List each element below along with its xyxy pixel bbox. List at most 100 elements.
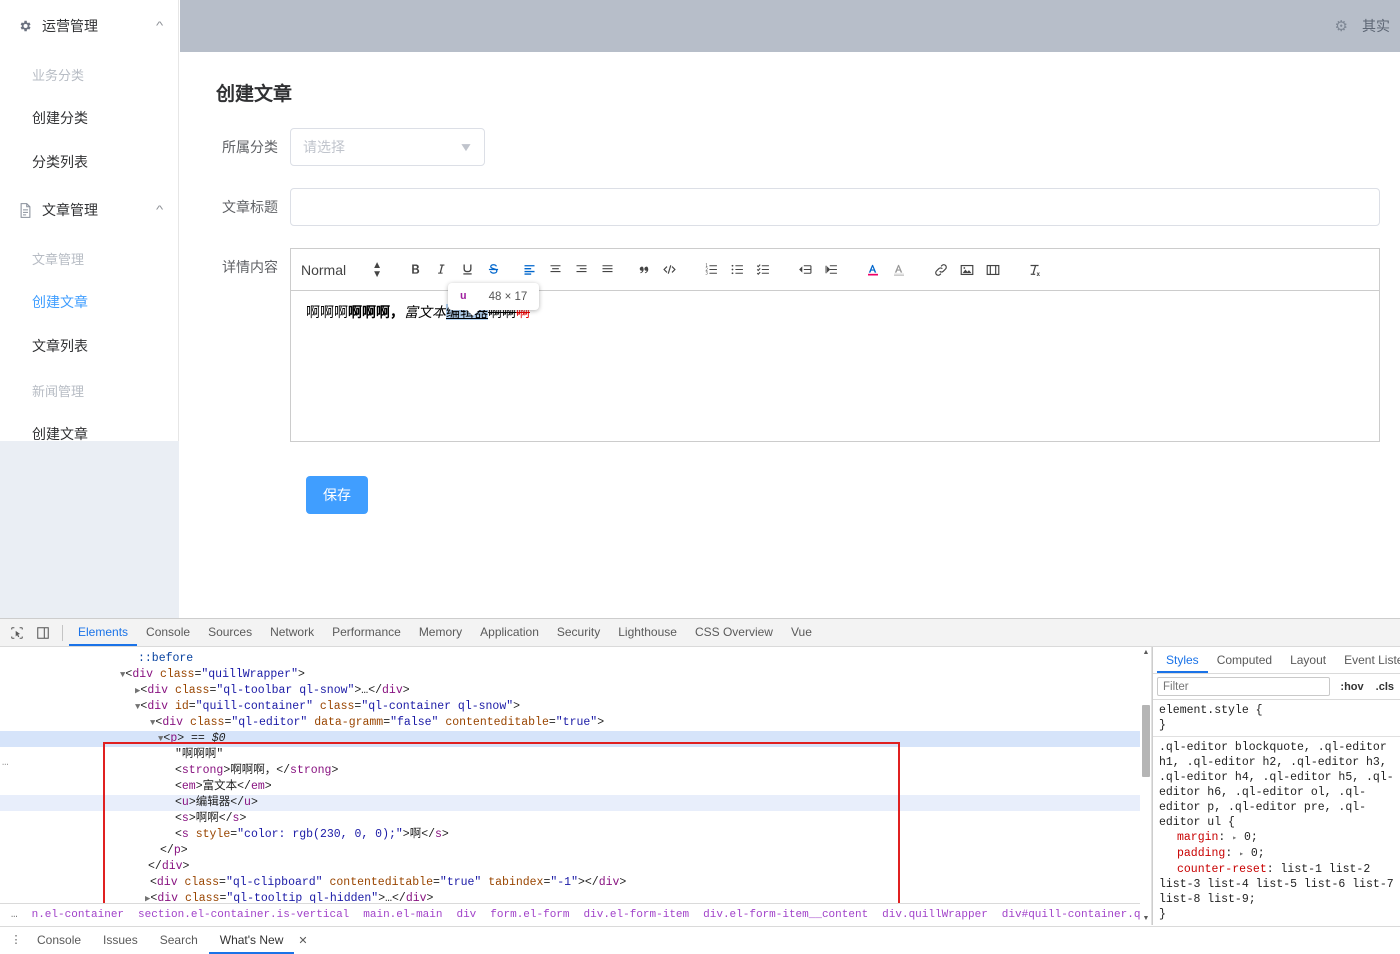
dom-node-line[interactable]: </div> bbox=[0, 859, 1140, 875]
scrollbar-thumb[interactable] bbox=[1142, 705, 1150, 777]
cls-toggle-button[interactable]: .cls bbox=[1374, 681, 1396, 693]
styles-filter-input[interactable] bbox=[1157, 677, 1331, 696]
kebab-menu-icon[interactable]: ⋮ bbox=[6, 935, 26, 946]
outdent-icon[interactable] bbox=[792, 258, 818, 282]
image-icon[interactable] bbox=[954, 258, 980, 282]
sidebar-item-create-news-article[interactable]: 创建文章 bbox=[0, 412, 178, 441]
dom-node-line[interactable]: ▼<p> == $0 bbox=[0, 731, 1140, 747]
check-list-icon[interactable] bbox=[750, 258, 776, 282]
text-color-icon[interactable] bbox=[860, 258, 886, 282]
breadcrumb-item[interactable]: … bbox=[4, 907, 25, 923]
strikethrough-icon[interactable] bbox=[480, 258, 506, 282]
align-justify-icon[interactable] bbox=[594, 258, 620, 282]
drawer-tab-search[interactable]: Search bbox=[149, 927, 209, 954]
devtools-tab-vue[interactable]: Vue bbox=[782, 619, 821, 646]
clear-format-icon[interactable]: x bbox=[1022, 258, 1048, 282]
link-icon[interactable] bbox=[928, 258, 954, 282]
scroll-up-arrow-icon[interactable]: ▲ bbox=[1140, 647, 1152, 659]
devtools-tab-console[interactable]: Console bbox=[137, 619, 199, 646]
close-icon[interactable]: ✕ bbox=[298, 934, 307, 947]
breadcrumb-item[interactable]: section.el-container.is-vertical bbox=[131, 907, 356, 923]
css-value[interactable]: : ▸ 0; bbox=[1218, 831, 1257, 844]
hov-toggle-button[interactable]: :hov bbox=[1338, 681, 1365, 693]
breadcrumb-item[interactable]: main.el-main bbox=[356, 907, 449, 923]
breadcrumb-item[interactable]: form.el-form bbox=[483, 907, 576, 923]
breadcrumb-item[interactable]: div.el-form-item__content bbox=[696, 907, 875, 923]
dom-node-line[interactable]: </p> bbox=[0, 843, 1140, 859]
video-icon[interactable] bbox=[980, 258, 1006, 282]
breadcrumb-item[interactable]: div.quillWrapper bbox=[875, 907, 995, 923]
bullet-list-icon[interactable] bbox=[724, 258, 750, 282]
ordered-list-icon[interactable]: 123 bbox=[698, 258, 724, 282]
code-block-icon[interactable] bbox=[656, 258, 682, 282]
dom-node-line[interactable]: <strong>啊啊啊，</strong> bbox=[0, 763, 1140, 779]
dom-node-line[interactable]: <em>富文本</em> bbox=[0, 779, 1140, 795]
dom-node-line[interactable]: ▼<div class="quillWrapper"> bbox=[0, 667, 1140, 683]
dom-node-line[interactable]: ::before bbox=[0, 651, 1140, 667]
devtools-tab-css-overview[interactable]: CSS Overview bbox=[686, 619, 782, 646]
bold-icon[interactable] bbox=[402, 258, 428, 282]
sidebar-item-category-list[interactable]: 分类列表 bbox=[0, 140, 178, 184]
css-rule[interactable]: element.style {} bbox=[1153, 700, 1400, 737]
content-control: Normal ▲ ▼ 1 2 3 x u 48 × 17 啊啊啊啊啊啊，富文本 … bbox=[290, 248, 1380, 442]
drawer-tab-console[interactable]: Console bbox=[26, 927, 92, 954]
dom-node-line[interactable]: <s>啊啊</s> bbox=[0, 811, 1140, 827]
sidebar-group-operations[interactable]: 运营管理 ^ bbox=[0, 0, 178, 52]
gear-icon[interactable]: ⚙ bbox=[1335, 19, 1348, 34]
device-toolbar-icon[interactable] bbox=[30, 620, 56, 646]
sidebar-item-create-article[interactable]: 创建文章 bbox=[0, 280, 178, 324]
drawer-tab-what-s-new[interactable]: What's New bbox=[208, 927, 295, 954]
devtools-tab-performance[interactable]: Performance bbox=[323, 619, 410, 646]
tooltip-dimensions: 48 × 17 bbox=[488, 290, 528, 303]
css-rule[interactable]: .ql-editor blockquote, .ql-editor h1, .q… bbox=[1153, 737, 1400, 925]
sidebar-item-create-category[interactable]: 创建分类 bbox=[0, 96, 178, 140]
dom-node-line[interactable]: <u>编辑器</u> bbox=[0, 795, 1140, 811]
breadcrumb-item[interactable]: div#quill-container.ql-container.ql-snow bbox=[995, 907, 1140, 923]
dom-tree-pane[interactable]: ::before ▼<div class="quillWrapper"> ▶<div… bbox=[0, 647, 1140, 925]
category-select[interactable]: 请选择 ▼ bbox=[290, 128, 485, 166]
italic-icon[interactable] bbox=[428, 258, 454, 282]
breadcrumb-item[interactable]: div bbox=[449, 907, 483, 923]
sidebar-group-articles[interactable]: 文章管理 ^ bbox=[0, 184, 178, 236]
dom-node-line[interactable]: ▶<div class="ql-toolbar ql-snow">…</div> bbox=[0, 683, 1140, 699]
breadcrumb-item[interactable]: div.el-form-item bbox=[577, 907, 697, 923]
devtools-tab-application[interactable]: Application bbox=[471, 619, 548, 646]
css-property[interactable]: counter-reset bbox=[1159, 863, 1267, 876]
format-picker[interactable]: Normal ▲ ▼ bbox=[299, 258, 384, 282]
devtools-tab-memory[interactable]: Memory bbox=[410, 619, 471, 646]
devtools-tab-sources[interactable]: Sources bbox=[199, 619, 261, 646]
devtools-tab-lighthouse[interactable]: Lighthouse bbox=[609, 619, 686, 646]
underline-icon[interactable] bbox=[454, 258, 480, 282]
title-input[interactable] bbox=[290, 188, 1380, 226]
blockquote-icon[interactable] bbox=[630, 258, 656, 282]
css-property[interactable]: margin bbox=[1159, 831, 1218, 844]
styles-tab-event-listen[interactable]: Event Listen bbox=[1335, 647, 1400, 673]
styles-tab-styles[interactable]: Styles bbox=[1157, 647, 1208, 673]
dom-node-line[interactable]: <s style="color: rgb(230, 0, 0);">啊</s> bbox=[0, 827, 1140, 843]
devtools-tab-elements[interactable]: Elements bbox=[69, 619, 138, 646]
css-property[interactable]: padding bbox=[1159, 847, 1225, 860]
drawer-tab-issues[interactable]: Issues bbox=[92, 927, 149, 954]
breadcrumb-item[interactable]: n.el-container bbox=[25, 907, 131, 923]
dom-node-line[interactable]: "啊啊啊" bbox=[0, 747, 1140, 763]
dom-node-line[interactable]: <div class="ql-clipboard" contenteditabl… bbox=[0, 875, 1140, 891]
styles-tab-computed[interactable]: Computed bbox=[1208, 647, 1281, 673]
dom-node-line[interactable]: ▼<div id="quill-container" class="ql-con… bbox=[0, 699, 1140, 715]
align-center-icon[interactable] bbox=[542, 258, 568, 282]
save-button[interactable]: 保存 bbox=[306, 476, 368, 514]
indent-icon[interactable] bbox=[818, 258, 844, 282]
header-user-label[interactable]: 其实 bbox=[1362, 16, 1390, 36]
devtools-tab-security[interactable]: Security bbox=[548, 619, 609, 646]
css-value[interactable]: : ▸ 0; bbox=[1225, 847, 1264, 860]
editor-content-area[interactable]: 啊啊啊啊啊啊，富文本编辑器啊啊啊 bbox=[291, 291, 1379, 441]
sidebar-item-article-list[interactable]: 文章列表 bbox=[0, 324, 178, 368]
devtools-tab-network[interactable]: Network bbox=[261, 619, 323, 646]
background-color-icon[interactable] bbox=[886, 258, 912, 282]
align-right-icon[interactable] bbox=[568, 258, 594, 282]
scroll-down-arrow-icon[interactable]: ▼ bbox=[1140, 913, 1152, 925]
align-left-icon[interactable] bbox=[516, 258, 542, 282]
dom-pane-scrollbar[interactable]: ▲ ▼ bbox=[1140, 647, 1152, 925]
styles-tab-layout[interactable]: Layout bbox=[1281, 647, 1335, 673]
inspect-cursor-icon[interactable] bbox=[4, 620, 30, 646]
dom-node-line[interactable]: ▼<div class="ql-editor" data-gramm="fals… bbox=[0, 715, 1140, 731]
